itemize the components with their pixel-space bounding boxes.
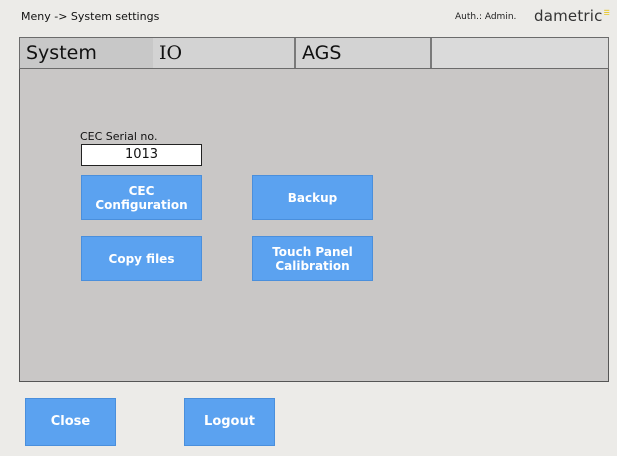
serial-field[interactable]: 1013	[81, 144, 202, 166]
touch-panel-calibration-button[interactable]: Touch Panel Calibration	[252, 236, 373, 281]
tab-ags[interactable]: AGS	[296, 38, 432, 68]
dametric-logo: dametric☰	[534, 7, 610, 25]
tab-io[interactable]: IO	[153, 38, 296, 68]
backup-button[interactable]: Backup	[252, 175, 373, 220]
serial-label: CEC Serial no.	[80, 130, 158, 143]
tab-empty	[432, 38, 608, 68]
tab-bar: System IO AGS	[19, 37, 609, 69]
auth-status: Auth.: Admin.	[455, 12, 517, 22]
top-bar: Meny -> System settings Auth.: Admin. da…	[0, 0, 617, 34]
tab-system[interactable]: System	[20, 38, 153, 68]
close-button[interactable]: Close	[25, 398, 116, 446]
cec-configuration-button[interactable]: CEC Configuration	[81, 175, 202, 220]
breadcrumb: Meny -> System settings	[21, 10, 160, 23]
logout-button[interactable]: Logout	[184, 398, 275, 446]
logo-mark: ☰	[603, 9, 611, 17]
copy-files-button[interactable]: Copy files	[81, 236, 202, 281]
system-panel	[19, 69, 609, 382]
logo-text: dametric	[534, 7, 603, 25]
